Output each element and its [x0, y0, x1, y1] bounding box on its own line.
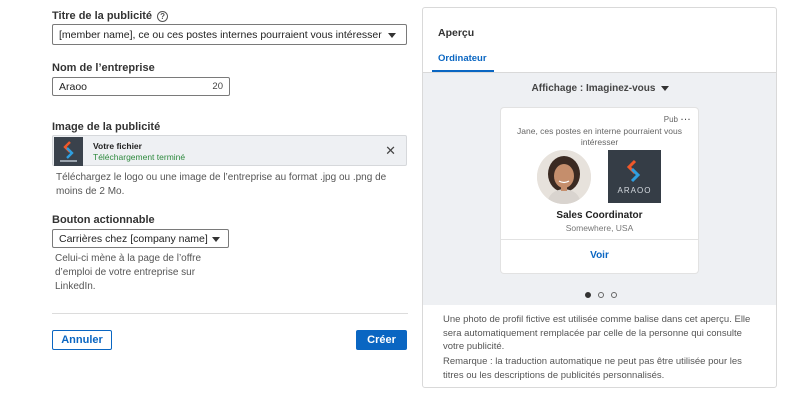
- form-divider: [52, 313, 408, 314]
- pager-dot[interactable]: [584, 292, 591, 298]
- company-name-input[interactable]: Araoo 20: [52, 77, 230, 96]
- uploaded-file: Votre fichier Téléchargement terminé ✕: [52, 135, 407, 166]
- card-divider: [501, 239, 698, 240]
- job-role: Sales Coordinator: [556, 210, 643, 221]
- cta-button-hint: Celui-ci mène à la page de l’offre d’emp…: [55, 253, 202, 292]
- close-icon[interactable]: ✕: [385, 144, 396, 157]
- pager-dot[interactable]: [597, 292, 604, 298]
- tab-desktop[interactable]: Ordinateur: [438, 53, 487, 64]
- araoo-logo-thumbnail: [60, 141, 77, 162]
- ad-title-value: [member name], ce ou ces postes internes…: [59, 28, 382, 41]
- logo-wordmark: ARAOO: [617, 186, 652, 195]
- sponsored-badge: Pub: [663, 115, 678, 124]
- ad-title-select[interactable]: [member name], ce ou ces postes internes…: [52, 24, 407, 45]
- chevron-down-icon: [388, 33, 396, 38]
- preview-title: Aperçu: [438, 27, 475, 39]
- file-label: Votre fichier: [93, 141, 142, 151]
- ad-image-label: Image de la publicité: [52, 121, 161, 133]
- display-mode-label: Affichage : Imaginez-vous: [531, 83, 656, 94]
- chevron-down-icon: [212, 237, 220, 242]
- ad-title-label: Titre de la publicité: [52, 10, 153, 22]
- carousel-pager: [423, 292, 776, 298]
- more-options-icon[interactable]: …: [680, 111, 691, 123]
- ad-headline: Jane, ces postes en interne pourraient v…: [517, 126, 682, 147]
- profile-avatar: [537, 150, 591, 204]
- preview-note: Une photo de profil fictive est utilisée…: [443, 314, 751, 352]
- ad-preview-card: Pub … Jane, ces postes en interne pourra…: [501, 108, 698, 273]
- preview-panel: Aperçu Ordinateur Affichage : Imaginez-v…: [422, 7, 777, 388]
- preview-area: Affichage : Imaginez-vous Pub … Jane, ce…: [423, 73, 776, 305]
- cta-button-label: Bouton actionnable: [52, 214, 155, 226]
- company-logo: ARAOO: [608, 150, 661, 203]
- pager-dot[interactable]: [610, 292, 617, 298]
- file-thumbnail: [54, 137, 83, 166]
- cancel-button[interactable]: Annuler: [52, 330, 112, 350]
- display-mode-dropdown[interactable]: Affichage : Imaginez-vous: [423, 83, 776, 94]
- company-name-label: Nom de l’entreprise: [52, 62, 155, 74]
- profile-photo: [537, 150, 591, 204]
- cta-button-select[interactable]: Carrières chez [company name]: [52, 229, 229, 248]
- caret-down-icon: [661, 85, 670, 91]
- create-button[interactable]: Créer: [356, 330, 407, 350]
- cta-button-value: Carrières chez [company name]: [59, 232, 208, 245]
- view-button[interactable]: Voir: [501, 250, 698, 261]
- upload-status: Téléchargement terminé: [93, 152, 186, 162]
- araoo-logo: [626, 159, 641, 183]
- job-location: Somewhere, USA: [565, 223, 634, 233]
- company-name-value: Araoo: [59, 80, 88, 93]
- ad-image-hint: Téléchargez le logo ou une image de l’en…: [56, 172, 387, 197]
- translation-note: Remarque : la traduction automatique ne …: [443, 356, 742, 381]
- question-circle-icon[interactable]: ?: [157, 10, 169, 22]
- character-counter: 20: [212, 81, 223, 92]
- ad-title-label-row: Titre de la publicité ?: [52, 10, 169, 22]
